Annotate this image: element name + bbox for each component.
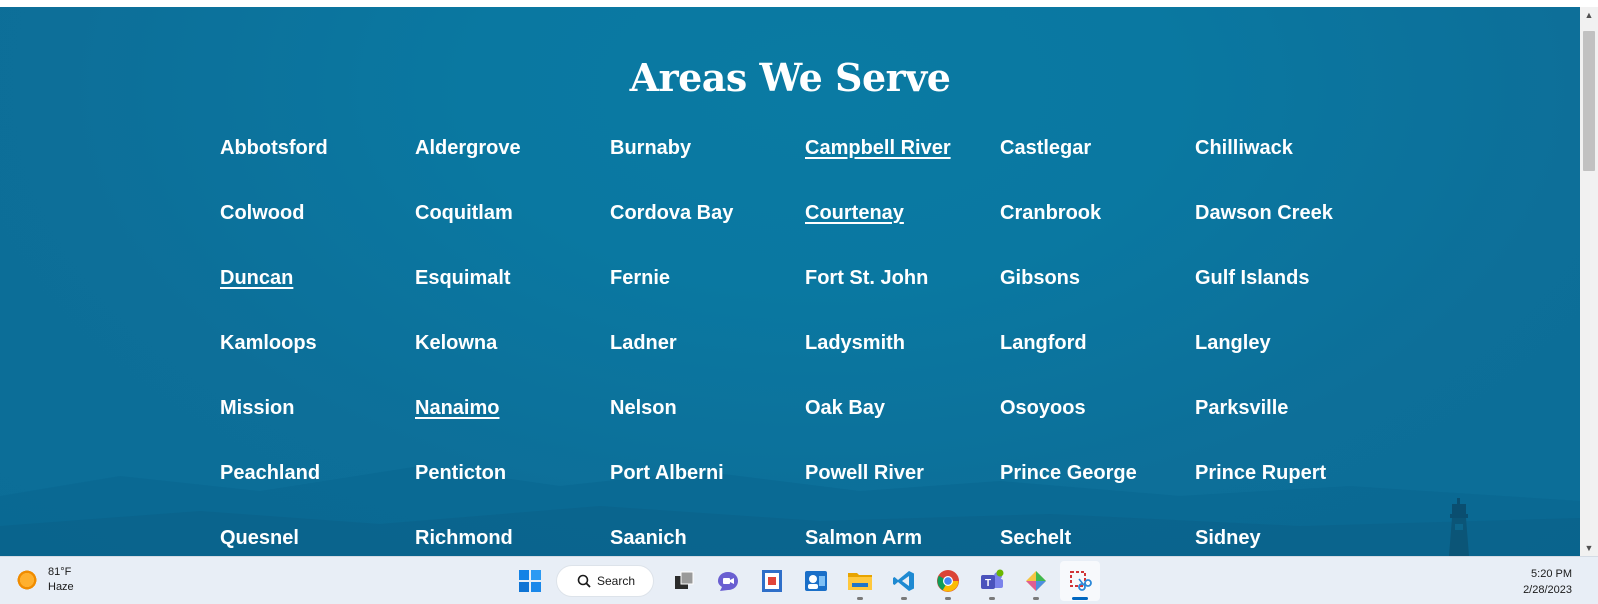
windows-start-icon <box>519 570 541 592</box>
svg-text:T: T <box>985 578 991 589</box>
taskbar-search[interactable]: Search <box>556 565 654 597</box>
area-link-powell-river[interactable]: Powell River <box>805 462 924 485</box>
taskbar-apps: Search T <box>508 561 1102 601</box>
scroll-down-arrow-icon[interactable]: ▼ <box>1580 540 1598 556</box>
area-link-courtenay[interactable]: Courtenay <box>805 202 904 225</box>
area-link-fernie[interactable]: Fernie <box>610 267 670 290</box>
area-link-ladner[interactable]: Ladner <box>610 332 677 355</box>
area-link-ladysmith[interactable]: Ladysmith <box>805 332 905 355</box>
area-link-duncan[interactable]: Duncan <box>220 267 293 290</box>
area-link-abbotsford[interactable]: Abbotsford <box>220 137 328 160</box>
snipping-tool-button[interactable] <box>1060 561 1100 601</box>
vertical-scrollbar[interactable]: ▲ ▼ <box>1580 7 1598 556</box>
vscode-button[interactable] <box>884 561 924 601</box>
area-link-cordova-bay[interactable]: Cordova Bay <box>610 202 733 225</box>
presentation-app-button[interactable] <box>752 561 792 601</box>
chrome-button[interactable] <box>928 561 968 601</box>
task-view-icon <box>675 571 694 589</box>
sun-haze-icon <box>16 569 38 591</box>
running-indicator <box>901 597 907 600</box>
area-link-cranbrook[interactable]: Cranbrook <box>1000 202 1101 225</box>
area-link-kelowna[interactable]: Kelowna <box>415 332 497 355</box>
area-link-richmond[interactable]: Richmond <box>415 527 513 550</box>
area-link-gibsons[interactable]: Gibsons <box>1000 267 1080 290</box>
area-link-quesnel[interactable]: Quesnel <box>220 527 299 550</box>
area-link-burnaby[interactable]: Burnaby <box>610 137 691 160</box>
page-title: Areas We Serve <box>629 55 951 100</box>
search-icon <box>577 574 591 588</box>
running-indicator <box>1033 597 1039 600</box>
area-link-prince-rupert[interactable]: Prince Rupert <box>1195 462 1326 485</box>
area-link-prince-george[interactable]: Prince George <box>1000 462 1137 485</box>
weather-widget[interactable]: 81°F Haze <box>16 565 74 595</box>
scroll-thumb[interactable] <box>1583 31 1595 171</box>
area-link-aldergrove[interactable]: Aldergrove <box>415 137 521 160</box>
area-link-dawson-creek[interactable]: Dawson Creek <box>1195 202 1333 225</box>
clock-time: 5:20 PM <box>1531 568 1572 580</box>
area-link-langley[interactable]: Langley <box>1195 332 1271 355</box>
vscode-icon <box>893 571 914 591</box>
area-link-castlegar[interactable]: Castlegar <box>1000 137 1091 160</box>
running-indicator <box>857 597 863 600</box>
areas-section: Areas We Serve Abbotsford Aldergrove Burna… <box>0 7 1580 556</box>
file-explorer-button[interactable] <box>840 561 880 601</box>
paint-app-button[interactable] <box>1016 561 1056 601</box>
weather-condition: Haze <box>48 581 74 593</box>
chrome-icon <box>937 570 959 592</box>
areas-grid: Abbotsford Aldergrove Burnaby Campbell Rive… <box>220 137 1400 556</box>
area-link-fort-st-john[interactable]: Fort St. John <box>805 267 928 290</box>
start-button[interactable] <box>510 561 550 601</box>
snipping-tool-icon <box>1070 571 1092 591</box>
teams-button[interactable]: T <box>972 561 1012 601</box>
area-link-langford[interactable]: Langford <box>1000 332 1087 355</box>
paint-app-icon <box>1026 571 1046 591</box>
taskbar: 81°F Haze Search T 5:20 PM 2/28/2023 <box>0 556 1598 604</box>
area-link-osoyoos[interactable]: Osoyoos <box>1000 397 1086 420</box>
area-link-sidney[interactable]: Sidney <box>1195 527 1261 550</box>
lighthouse-graphic <box>1449 498 1469 556</box>
running-indicator <box>989 597 995 600</box>
weather-temperature: 81°F <box>48 566 72 578</box>
contacts-app-icon <box>805 571 827 591</box>
teams-chat-icon <box>718 572 738 591</box>
teams-icon: T <box>981 569 1004 589</box>
area-link-coquitlam[interactable]: Coquitlam <box>415 202 513 225</box>
area-link-campbell-river[interactable]: Campbell River <box>805 137 951 160</box>
contacts-app-button[interactable] <box>796 561 836 601</box>
area-link-kamloops[interactable]: Kamloops <box>220 332 317 355</box>
system-clock[interactable]: 5:20 PM 2/28/2023 <box>1523 566 1572 598</box>
presentation-app-icon <box>762 570 782 592</box>
file-explorer-icon <box>848 573 872 590</box>
active-indicator <box>1072 597 1088 600</box>
area-link-saanich[interactable]: Saanich <box>610 527 687 550</box>
area-link-port-alberni[interactable]: Port Alberni <box>610 462 724 485</box>
teams-chat-button[interactable] <box>708 561 748 601</box>
area-link-gulf-islands[interactable]: Gulf Islands <box>1195 267 1309 290</box>
area-link-colwood[interactable]: Colwood <box>220 202 304 225</box>
area-link-parksville[interactable]: Parksville <box>1195 397 1288 420</box>
scroll-up-arrow-icon[interactable]: ▲ <box>1580 7 1598 23</box>
running-indicator <box>945 597 951 600</box>
search-label: Search <box>597 574 636 588</box>
task-view-button[interactable] <box>664 561 704 601</box>
area-link-nanaimo[interactable]: Nanaimo <box>415 397 499 420</box>
area-link-esquimalt[interactable]: Esquimalt <box>415 267 511 290</box>
area-link-penticton[interactable]: Penticton <box>415 462 506 485</box>
area-link-chilliwack[interactable]: Chilliwack <box>1195 137 1293 160</box>
area-link-salmon-arm[interactable]: Salmon Arm <box>805 527 922 550</box>
clock-date: 2/28/2023 <box>1523 584 1572 596</box>
area-link-nelson[interactable]: Nelson <box>610 397 677 420</box>
area-link-sechelt[interactable]: Sechelt <box>1000 527 1071 550</box>
area-link-mission[interactable]: Mission <box>220 397 294 420</box>
window-top-edge <box>0 0 1598 7</box>
area-link-oak-bay[interactable]: Oak Bay <box>805 397 885 420</box>
area-link-peachland[interactable]: Peachland <box>220 462 320 485</box>
